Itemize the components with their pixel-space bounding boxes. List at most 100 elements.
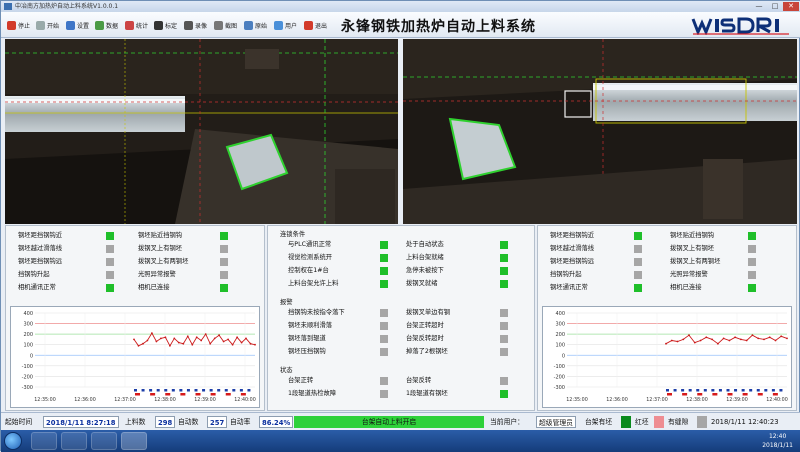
status-indicator bbox=[500, 377, 508, 385]
feed-count-label: 上料数 bbox=[125, 418, 146, 426]
toolbar-button-5[interactable]: 标定 bbox=[154, 19, 177, 31]
y-tick-label: 300 bbox=[23, 322, 33, 328]
data-point bbox=[137, 344, 140, 347]
toolbar-button-8[interactable]: 原始 bbox=[244, 19, 267, 31]
current-user-value: 超级管理员 bbox=[536, 416, 576, 428]
toolbar-button-label: 停止 bbox=[18, 22, 31, 30]
status-label: 钢坯未顺利滑落 bbox=[288, 322, 333, 329]
status-indicator bbox=[634, 245, 642, 253]
calibrate-icon bbox=[154, 20, 163, 30]
status-label: 视觉检测系统开 bbox=[288, 254, 333, 261]
start-menu-button[interactable] bbox=[4, 432, 22, 450]
event-marker-blue bbox=[202, 389, 206, 392]
os-taskbar: 12:40 2018/1/11 bbox=[1, 430, 800, 452]
toolbar-button-4[interactable]: 统计 bbox=[125, 19, 148, 31]
status-indicator bbox=[380, 241, 388, 249]
y-tick-label: -200 bbox=[554, 374, 565, 380]
data-point bbox=[169, 344, 171, 347]
event-marker-blue bbox=[224, 389, 228, 392]
status-label: 钢坯贴近挡钢钩 bbox=[670, 232, 715, 239]
x-tick-label: 12:36:00 bbox=[74, 397, 96, 403]
billet-on-rack-label: 台架有坯 bbox=[585, 418, 613, 426]
toolbar-button-3[interactable]: 数据 bbox=[95, 19, 118, 31]
x-tick-label: 12:36:00 bbox=[606, 397, 628, 403]
play-icon bbox=[36, 20, 45, 30]
x-tick-label: 12:39:00 bbox=[726, 397, 748, 403]
status-label: 钢坯距挡钢钩近 bbox=[550, 232, 595, 239]
status-indicator bbox=[748, 258, 756, 266]
minimize-button[interactable]: — bbox=[751, 2, 767, 11]
y-tick-label: 100 bbox=[23, 343, 33, 349]
data-point bbox=[665, 342, 667, 345]
title-bar: 中冶南方加热炉自动上料系统V1.0.0.1 — □ ✕ bbox=[1, 1, 800, 12]
wisdri-logo bbox=[691, 17, 789, 35]
data-point bbox=[240, 341, 243, 344]
toolbar-button-7[interactable]: 截图 bbox=[214, 19, 237, 31]
taskbar-ie-icon[interactable] bbox=[31, 432, 57, 450]
taskbar-explorer-icon[interactable] bbox=[61, 432, 87, 450]
status-indicator bbox=[106, 284, 114, 292]
data-point bbox=[705, 336, 708, 339]
data-point bbox=[213, 337, 216, 340]
status-label: 挡钢钩未按指令落下 bbox=[288, 309, 345, 316]
event-marker-blue bbox=[186, 389, 190, 392]
taskbar-clock[interactable]: 12:40 2018/1/11 bbox=[762, 432, 793, 450]
taskbar-app-icon[interactable] bbox=[121, 432, 147, 450]
toolbar-button-9[interactable]: 用户 bbox=[274, 19, 297, 31]
data-point bbox=[164, 336, 167, 339]
status-indicator bbox=[106, 245, 114, 253]
status-indicator bbox=[380, 254, 388, 262]
camera-view-right[interactable] bbox=[403, 39, 797, 224]
data-point bbox=[227, 338, 230, 341]
event-marker-blue bbox=[239, 389, 243, 392]
alarm-title: 报警 bbox=[280, 299, 293, 306]
status-indicator bbox=[380, 390, 388, 398]
event-marker-red bbox=[240, 393, 246, 396]
data-point bbox=[751, 334, 754, 337]
y-tick-label: -300 bbox=[554, 385, 565, 391]
status-label: 拨钢叉就绪 bbox=[406, 280, 438, 287]
toolbar-button-label: 标定 bbox=[165, 22, 178, 30]
data-point bbox=[142, 342, 144, 345]
event-marker-blue bbox=[217, 389, 221, 392]
data-point bbox=[745, 339, 748, 342]
event-marker-blue bbox=[134, 389, 137, 392]
event-marker-blue bbox=[764, 389, 768, 392]
data-point bbox=[133, 338, 135, 341]
legend-gap-swatch bbox=[697, 416, 707, 428]
event-marker-blue bbox=[749, 389, 753, 392]
status-indicator bbox=[220, 271, 228, 279]
toolbar-button-6[interactable]: 录像 bbox=[184, 19, 207, 31]
data-point bbox=[670, 339, 673, 342]
data-point bbox=[717, 342, 719, 345]
taskbar-media-icon[interactable] bbox=[91, 432, 117, 450]
status-indicator bbox=[380, 377, 388, 385]
data-point bbox=[231, 343, 234, 346]
status-indicator bbox=[106, 232, 114, 240]
event-marker-blue bbox=[156, 389, 160, 392]
close-window-button[interactable]: ✕ bbox=[783, 2, 799, 11]
status-indicator bbox=[634, 271, 642, 279]
data-point bbox=[734, 336, 736, 339]
event-marker-red bbox=[682, 393, 688, 396]
toolbar-button-10[interactable]: 退出 bbox=[304, 19, 327, 31]
data-point bbox=[254, 343, 256, 346]
x-tick-label: 12:40:00 bbox=[234, 397, 256, 403]
toolbar-button-0[interactable]: 停止 bbox=[7, 19, 30, 31]
event-marker-blue bbox=[232, 389, 236, 392]
toolbar-button-1[interactable]: 开始 bbox=[36, 19, 59, 31]
status-indicator bbox=[500, 309, 508, 317]
camera-view-left[interactable] bbox=[5, 39, 398, 224]
x-tick-label: 12:39:00 bbox=[194, 397, 216, 403]
data-point bbox=[236, 336, 239, 339]
toolbar-button-2[interactable]: 设置 bbox=[66, 19, 89, 31]
status-label: 拨钢叉上有两钢坯 bbox=[670, 258, 721, 265]
y-tick-label: -100 bbox=[554, 364, 565, 370]
status-label: 台架反转 bbox=[406, 377, 432, 384]
conditions-title: 连锁条件 bbox=[280, 231, 306, 238]
maximize-button[interactable]: □ bbox=[767, 2, 783, 11]
event-marker-red bbox=[135, 393, 140, 396]
status-indicator bbox=[500, 241, 508, 249]
series-line bbox=[133, 332, 256, 347]
data-point bbox=[711, 338, 713, 341]
